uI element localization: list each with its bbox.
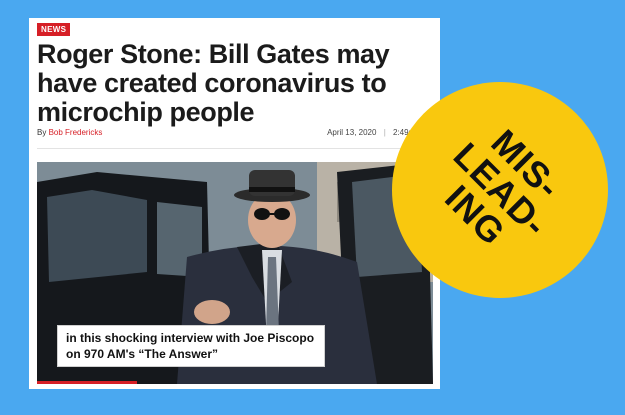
publish-date: April 13, 2020 [327, 128, 377, 137]
meta-separator: | [383, 128, 386, 137]
article-headline[interactable]: Roger Stone: Bill Gates may have created… [37, 40, 432, 127]
byline-prefix: By [37, 128, 47, 137]
article-photo[interactable]: in this shocking interview with Joe Pisc… [37, 162, 433, 384]
misleading-stamp: MIS- LEAD- ING [392, 82, 608, 298]
byline: By Bob Fredericks [37, 128, 102, 137]
author-link[interactable]: Bob Fredericks [49, 128, 103, 137]
divider [37, 148, 440, 149]
article-card: NEWS Roger Stone: Bill Gates may have cr… [29, 18, 440, 389]
video-caption: in this shocking interview with Joe Pisc… [57, 325, 325, 367]
progress-bar [37, 381, 137, 384]
news-badge: NEWS [37, 23, 71, 36]
stamp-text: MIS- LEAD- ING [421, 111, 579, 269]
